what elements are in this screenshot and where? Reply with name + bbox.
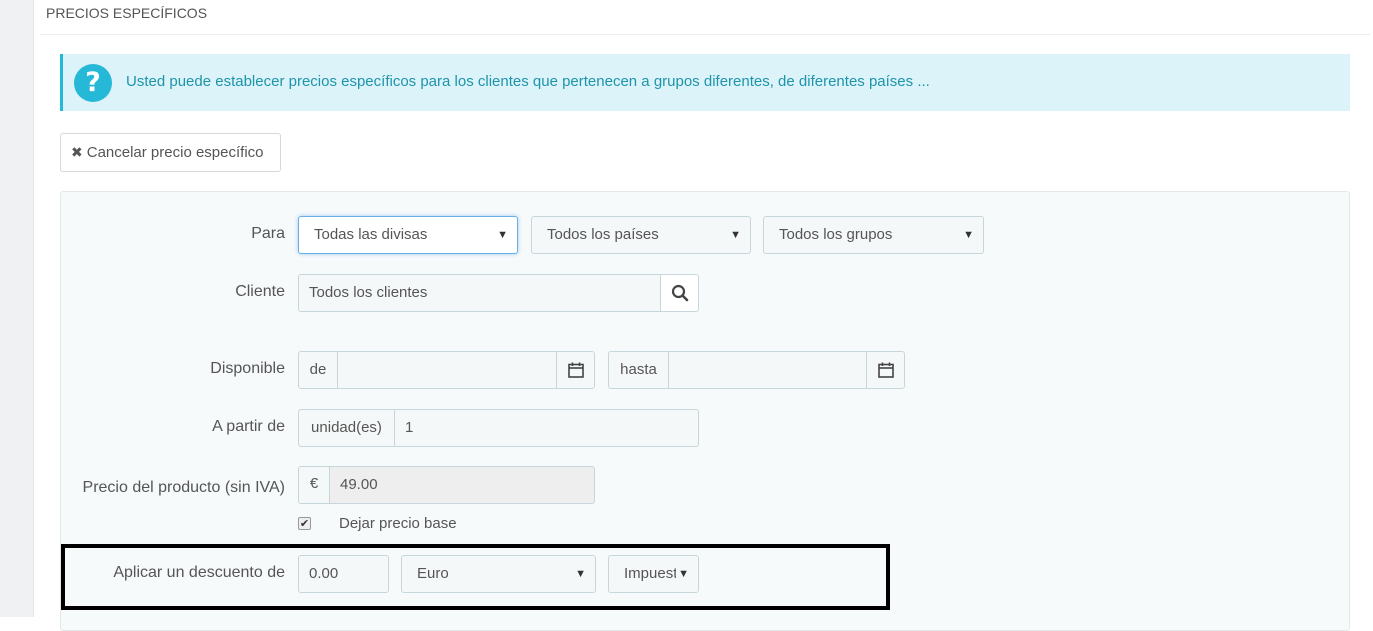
question-icon: ? bbox=[74, 64, 112, 102]
cancel-button-label: Cancelar precio específico bbox=[86, 144, 264, 161]
search-icon bbox=[671, 284, 688, 302]
cancel-specific-price-button[interactable]: ✖ Cancelar precio específico bbox=[60, 133, 281, 172]
country-select-value: Todos los países bbox=[547, 226, 659, 243]
customer-search-input[interactable]: Todos los clientes bbox=[298, 274, 661, 312]
discount-row-highlight bbox=[61, 544, 890, 610]
from-quantity-input[interactable]: 1 bbox=[394, 409, 699, 447]
to-date-input[interactable] bbox=[668, 351, 867, 389]
heading-divider bbox=[40, 34, 1370, 35]
times-icon: ✖ bbox=[71, 145, 83, 161]
disponible-label: Disponible bbox=[210, 360, 285, 377]
group-select-value: Todos los grupos bbox=[779, 226, 893, 243]
from-calendar-button[interactable] bbox=[556, 351, 595, 389]
chevron-down-icon: ▼ bbox=[730, 229, 741, 241]
a-partir-de-label: A partir de bbox=[212, 418, 285, 435]
cliente-label: Cliente bbox=[235, 283, 285, 300]
units-addon: unidad(es) bbox=[298, 409, 395, 447]
customer-search-button[interactable] bbox=[660, 274, 699, 312]
euro-addon: € bbox=[298, 466, 330, 504]
chevron-down-icon: ▼ bbox=[497, 229, 508, 241]
panel-heading: PRECIOS ESPECÍFICOS bbox=[46, 5, 208, 21]
group-select[interactable]: Todos los grupos ▼ bbox=[763, 216, 984, 254]
calendar-icon bbox=[877, 362, 894, 378]
from-addon: de bbox=[298, 351, 338, 389]
left-sidebar-gutter bbox=[0, 0, 34, 617]
para-label: Para bbox=[251, 225, 285, 242]
to-calendar-button[interactable] bbox=[866, 351, 905, 389]
calendar-icon bbox=[567, 362, 584, 378]
country-select[interactable]: Todos los países ▼ bbox=[531, 216, 751, 254]
info-alert: ? Usted puede establecer precios específ… bbox=[60, 54, 1350, 111]
to-addon: hasta bbox=[608, 351, 669, 389]
currency-select-value: Todas las divisas bbox=[314, 226, 428, 243]
product-price-input[interactable]: 49.00 bbox=[329, 466, 595, 504]
from-date-input[interactable] bbox=[337, 351, 557, 389]
chevron-down-icon: ▼ bbox=[963, 229, 974, 241]
currency-select[interactable]: Todas las divisas ▼ bbox=[298, 216, 518, 254]
leave-base-price-label: Dejar precio base bbox=[339, 515, 457, 532]
leave-base-price-checkbox[interactable]: ✔ bbox=[298, 517, 311, 530]
alert-text: Usted puede establecer precios específic… bbox=[126, 73, 930, 90]
product-price-label: Precio del producto (sin IVA) bbox=[82, 479, 285, 496]
